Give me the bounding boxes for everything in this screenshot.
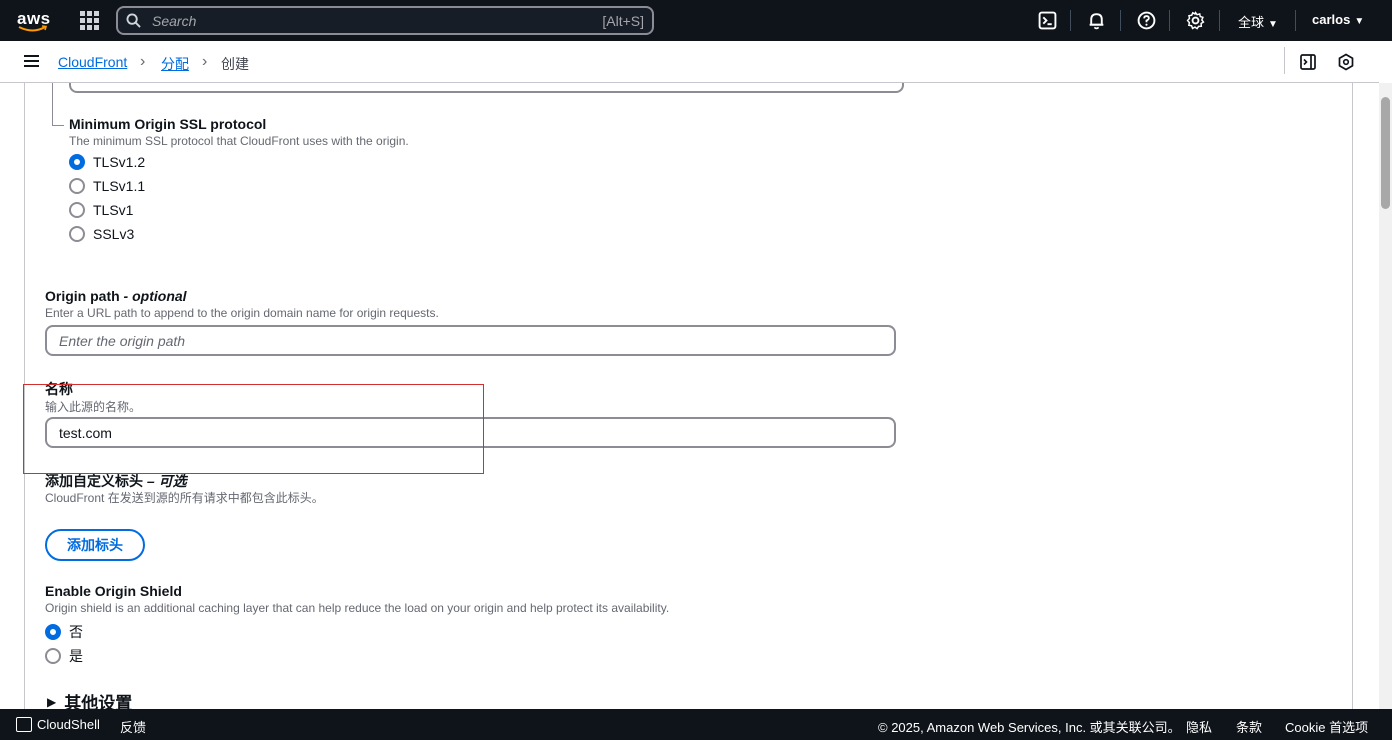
previous-input-field[interactable]: [69, 83, 904, 93]
search-bar[interactable]: Search [Alt+S]: [116, 6, 654, 35]
chevron-right-icon: ›: [140, 53, 146, 70]
radio-label: 否: [69, 624, 83, 640]
radio-selected-icon[interactable]: [69, 154, 85, 170]
footer-cloudshell-link[interactable]: CloudShell: [37, 717, 100, 732]
radio-label: TLSv1: [93, 202, 134, 218]
breadcrumb-cloudfront[interactable]: CloudFront: [58, 54, 127, 70]
caret-right-icon: ▶: [47, 694, 57, 709]
optional-tag: – 可选: [143, 473, 187, 489]
add-header-button[interactable]: 添加标头: [45, 529, 145, 561]
min-ssl-description: The minimum SSL protocol that CloudFront…: [69, 134, 409, 148]
tree-connector: [52, 125, 64, 126]
caret-down-icon: ▼: [1354, 16, 1365, 27]
search-shortcut: [Alt+S]: [602, 13, 644, 29]
radio-unselected-icon[interactable]: [69, 226, 85, 242]
cloudshell-icon[interactable]: [16, 717, 32, 732]
other-settings-expander[interactable]: ▶ 其他设置: [47, 689, 132, 709]
radio-origin-shield-no[interactable]: 否: [45, 622, 83, 642]
radio-label: SSLv3: [93, 226, 135, 242]
breadcrumb-bar: CloudFront › 分配 › 创建: [0, 41, 1379, 83]
footer-feedback-link[interactable]: 反馈: [120, 717, 146, 736]
breadcrumb-distributions[interactable]: 分配: [161, 54, 189, 74]
radio-tlsv1-1[interactable]: TLSv1.1: [69, 178, 145, 194]
origin-path-label: Origin path - optional: [45, 288, 187, 304]
settings-gear-icon[interactable]: [1186, 11, 1205, 30]
radio-unselected-icon[interactable]: [45, 648, 61, 664]
radio-tlsv1-2[interactable]: TLSv1.2: [69, 154, 145, 170]
origin-path-input[interactable]: Enter the origin path: [45, 325, 896, 356]
region-label: 全球: [1238, 15, 1265, 30]
breadcrumb-create: 创建: [221, 56, 249, 72]
region-selector[interactable]: 全球 ▼: [1238, 12, 1278, 31]
footer-privacy-link[interactable]: 隐私: [1186, 717, 1212, 736]
search-placeholder: Search: [152, 13, 197, 29]
aws-logo[interactable]: aws: [16, 8, 50, 34]
services-grid-icon[interactable]: [80, 11, 99, 30]
radio-tlsv1[interactable]: TLSv1: [69, 202, 133, 218]
tree-connector: [52, 83, 53, 125]
radio-unselected-icon[interactable]: [69, 178, 85, 194]
highlight-annotation-box: [23, 384, 484, 474]
caret-down-icon: ▼: [1268, 19, 1278, 30]
footer-terms-link[interactable]: 条款: [1236, 717, 1262, 736]
min-ssl-label: Minimum Origin SSL protocol: [69, 116, 267, 132]
origin-shield-description: Origin shield is an additional caching l…: [45, 601, 670, 615]
optional-tag: - optional: [119, 288, 187, 304]
scrollbar-thumb[interactable]: [1381, 97, 1390, 209]
notifications-bell-icon[interactable]: [1087, 11, 1106, 30]
radio-label: 是: [69, 648, 83, 664]
origin-path-description: Enter a URL path to append to the origin…: [45, 306, 439, 320]
search-icon: [126, 13, 141, 28]
aws-smile-icon: [18, 25, 48, 32]
radio-label: TLSv1.2: [93, 154, 146, 170]
top-navigation: aws Search [Alt+S] 全球 ▼ carlos ▼: [0, 0, 1392, 41]
chevron-right-icon: ›: [202, 53, 208, 70]
other-settings-label: 其他设置: [64, 694, 133, 709]
menu-hamburger-icon[interactable]: [24, 55, 39, 68]
footer-cookie-preferences-link[interactable]: Cookie 首选项: [1285, 717, 1368, 736]
radio-label: TLSv1.1: [93, 178, 146, 194]
account-name: carlos: [1312, 12, 1351, 27]
radio-origin-shield-yes[interactable]: 是: [45, 646, 83, 666]
tools-hexagon-icon[interactable]: [1337, 53, 1355, 71]
account-menu[interactable]: carlos ▼: [1312, 12, 1364, 27]
side-panel-icon[interactable]: [1299, 53, 1317, 71]
custom-header-label: 添加自定义标头 – 可选: [45, 473, 187, 489]
footer-bar: CloudShell 反馈 © 2025, Amazon Web Service…: [0, 709, 1392, 740]
origin-shield-label: Enable Origin Shield: [45, 583, 182, 599]
radio-unselected-icon[interactable]: [69, 202, 85, 218]
cloudshell-icon[interactable]: [1038, 11, 1057, 30]
radio-selected-icon[interactable]: [45, 624, 61, 640]
radio-sslv3[interactable]: SSLv3: [69, 226, 134, 242]
footer-copyright: © 2025, Amazon Web Services, Inc. 或其关联公司…: [878, 720, 1181, 735]
custom-header-description: CloudFront 在发送到源的所有请求中都包含此标头。: [45, 491, 324, 505]
help-icon[interactable]: [1137, 11, 1156, 30]
